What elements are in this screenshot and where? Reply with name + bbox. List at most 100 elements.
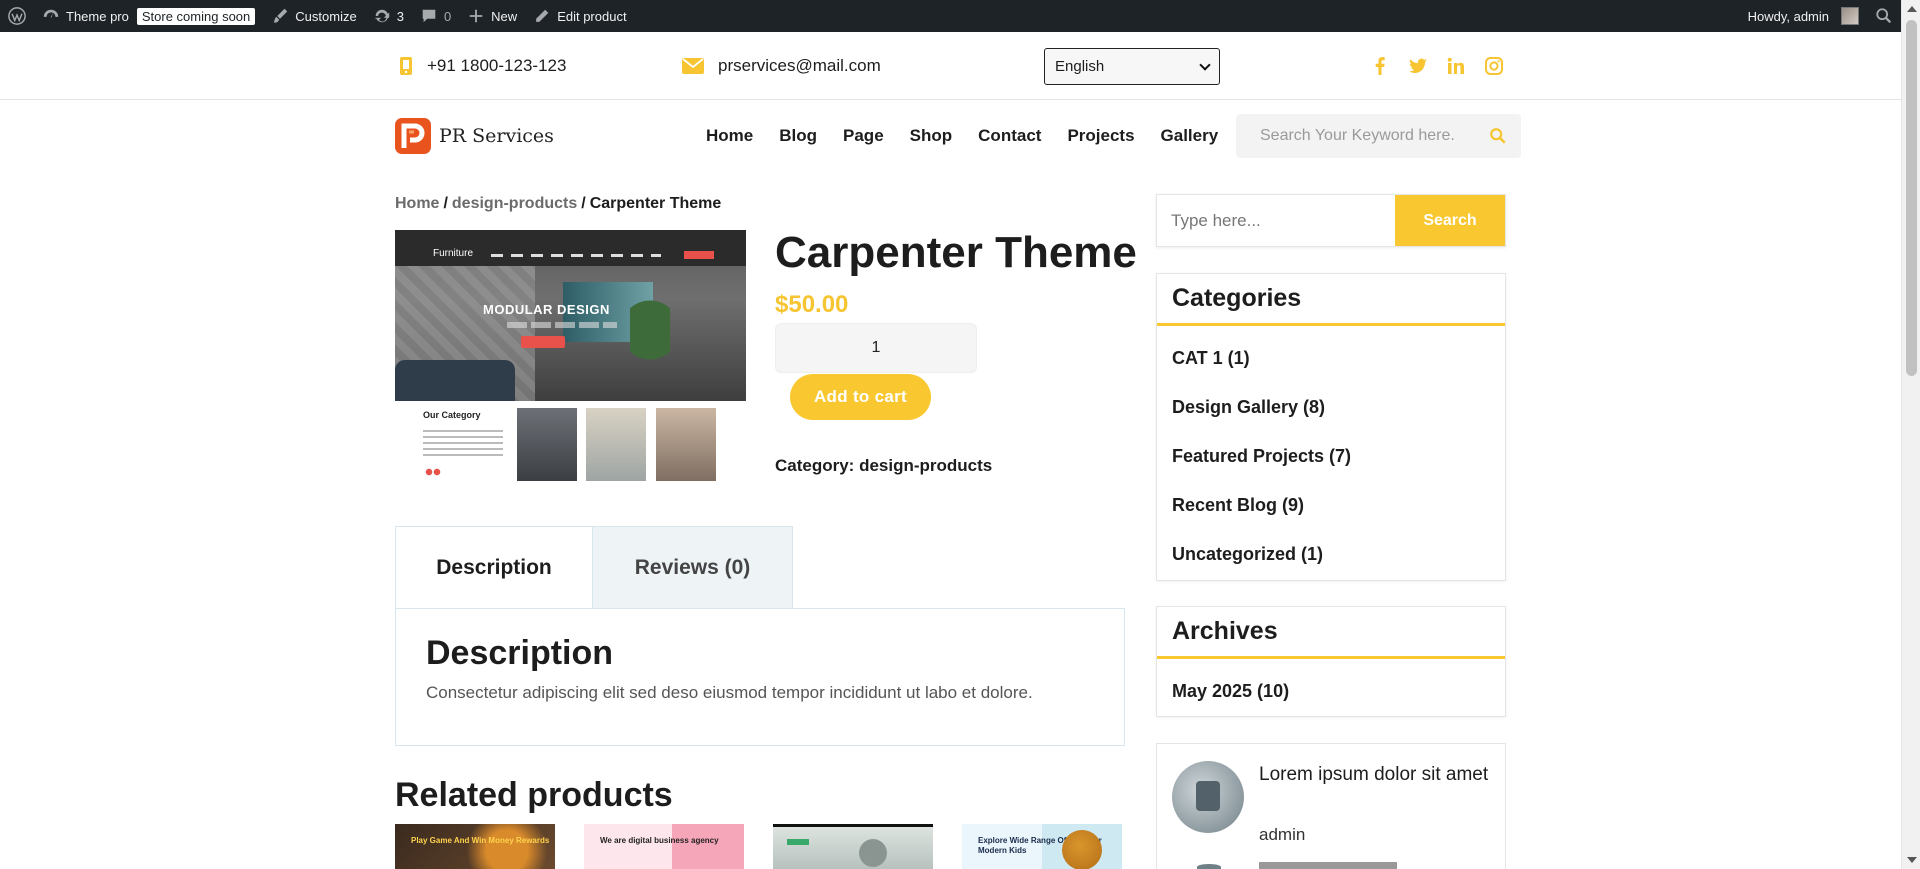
pencil-icon <box>536 9 549 22</box>
updates-count: 3 <box>396 8 404 24</box>
sidebar-search-input[interactable]: Type here... <box>1171 195 1261 246</box>
page-scrollbar[interactable] <box>1901 0 1920 869</box>
plus-icon <box>469 9 483 23</box>
edit-product-link[interactable]: Edit product <box>525 0 634 32</box>
breadcrumb: Home / design-products / Carpenter Theme <box>395 195 722 212</box>
description-panel: Description Consectetur adipiscing elit … <box>395 608 1125 746</box>
header-search-placeholder: Search Your Keyword here. <box>1260 127 1455 144</box>
howdy-text: Howdy, admin <box>1747 8 1829 24</box>
main-nav: Home Blog Page Shop Contact Projects Gal… <box>706 101 1218 171</box>
admin-bar: Theme pro Store coming soon Customize 3 … <box>0 0 1901 32</box>
nav-contact[interactable]: Contact <box>978 126 1041 146</box>
paintbrush-icon <box>273 8 288 23</box>
comments-link[interactable]: 0 <box>412 0 459 32</box>
product-title: Carpenter Theme <box>775 228 1137 277</box>
updates-link[interactable]: 3 <box>365 0 412 32</box>
header-search-input[interactable]: Search Your Keyword here. <box>1236 114 1521 158</box>
customize-link[interactable]: Customize <box>263 0 364 32</box>
description-text: Consectetur adipiscing elit sed deso eiu… <box>426 683 1033 702</box>
site-logo[interactable]: PR Services <box>395 118 554 154</box>
sidebar-search-button[interactable]: Search <box>1395 195 1505 246</box>
breadcrumb-home[interactable]: Home <box>395 195 439 212</box>
language-select[interactable]: English <box>1044 48 1220 85</box>
comments-count: 0 <box>443 8 452 24</box>
top-info-bar: +91 1800-123-123 prservices@mail.com Eng… <box>0 32 1901 100</box>
sidebar-search-form: Type here... Search <box>1156 194 1506 247</box>
post-thumbnail[interactable] <box>1172 761 1244 833</box>
recent-posts-widget: Lorem ipsum dolor sit amet admin <box>1156 743 1506 869</box>
product-image[interactable]: Furniture MODULAR DESIGN Our Category <box>395 230 746 492</box>
nav-page[interactable]: Page <box>843 126 884 146</box>
phone-contact[interactable]: +91 1800-123-123 <box>399 32 566 100</box>
product-image-brand: Furniture <box>433 248 474 259</box>
category-link[interactable]: Recent Blog (9) <box>1157 481 1505 530</box>
tab-description[interactable]: Description <box>395 526 593 608</box>
linkedin-icon[interactable] <box>1446 56 1466 76</box>
related-product-caption: We are digital business agency <box>600 836 719 845</box>
nav-shop[interactable]: Shop <box>910 126 953 146</box>
search-icon <box>1876 8 1892 24</box>
breadcrumb-current: Carpenter Theme <box>589 195 722 212</box>
category-link[interactable]: Featured Projects (7) <box>1157 432 1505 481</box>
comment-icon <box>422 9 436 23</box>
avatar <box>1841 7 1859 25</box>
product-image-heading: MODULAR DESIGN <box>483 302 610 317</box>
archives-title: Archives <box>1157 607 1505 659</box>
related-product-card[interactable]: We are digital business agency <box>584 824 744 869</box>
chevron-down-icon <box>1199 58 1211 71</box>
scrollbar-thumb[interactable] <box>1906 20 1917 376</box>
site-name-menu[interactable]: Theme pro Store coming soon <box>34 0 263 32</box>
product-image-thumb <box>656 408 716 481</box>
categories-widget: Categories CAT 1 (1) Design Gallery (8) … <box>1156 273 1506 581</box>
scroll-down-arrow[interactable] <box>1907 857 1917 863</box>
my-account-menu[interactable]: Howdy, admin <box>1740 0 1867 32</box>
site-name: Theme pro <box>66 8 129 24</box>
add-to-cart-button[interactable]: Add to cart <box>790 374 931 420</box>
post-author: admin <box>1259 825 1306 844</box>
phone-number: +91 1800-123-123 <box>427 56 567 75</box>
archives-widget: Archives May 2025 (10) <box>1156 606 1506 717</box>
description-heading: Description <box>426 634 614 672</box>
categories-title: Categories <box>1157 274 1505 326</box>
nav-blog[interactable]: Blog <box>779 126 817 146</box>
scroll-up-arrow[interactable] <box>1907 6 1917 12</box>
search-icon[interactable] <box>1489 127 1507 145</box>
category-link[interactable]: CAT 1 (1) <box>1157 334 1505 383</box>
product-price: $50.00 <box>775 291 849 318</box>
nav-home[interactable]: Home <box>706 126 753 146</box>
quantity-input[interactable]: 1 <box>775 323 977 373</box>
instagram-icon[interactable] <box>1484 56 1504 76</box>
language-selected: English <box>1055 58 1105 75</box>
related-product-card[interactable] <box>773 824 933 869</box>
logo-mark-icon <box>395 118 431 154</box>
product-image-thumb <box>517 408 577 481</box>
product-image-hero: Furniture MODULAR DESIGN <box>395 230 746 401</box>
facebook-icon[interactable] <box>1370 56 1390 76</box>
nav-projects[interactable]: Projects <box>1067 126 1134 146</box>
store-status-badge[interactable]: Store coming soon <box>136 7 256 25</box>
category-link[interactable]: Uncategorized (1) <box>1157 530 1505 579</box>
tab-reviews[interactable]: Reviews (0) <box>593 526 793 608</box>
product-image-thumb <box>586 408 646 481</box>
nav-gallery[interactable]: Gallery <box>1161 126 1219 146</box>
archive-link[interactable]: May 2025 (10) <box>1157 667 1505 716</box>
updates-icon <box>374 9 389 23</box>
related-product-card[interactable]: Explore Wide Range Of Toys For Modern Ki… <box>962 824 1122 869</box>
related-product-caption: Play Game And Win Money Rewards <box>411 836 550 845</box>
category-link[interactable]: Design Gallery (8) <box>1157 383 1505 432</box>
related-product-card[interactable]: Play Game And Win Money Rewards <box>395 824 555 869</box>
logo-text: PR Services <box>439 125 554 147</box>
social-links <box>1370 32 1504 100</box>
wordpress-logo-icon[interactable] <box>0 0 34 32</box>
post-title-link[interactable]: Lorem ipsum dolor sit amet <box>1259 758 1489 792</box>
twitter-icon[interactable] <box>1408 56 1428 76</box>
adminbar-search[interactable] <box>1867 0 1901 32</box>
new-content-link[interactable]: New <box>459 0 525 32</box>
phone-icon <box>400 57 412 75</box>
breadcrumb-category[interactable]: design-products <box>452 195 577 212</box>
email-address: prservices@mail.com <box>718 56 881 75</box>
mail-icon <box>682 58 704 74</box>
product-category[interactable]: Category: design-products <box>775 456 992 476</box>
email-contact[interactable]: prservices@mail.com <box>682 32 881 100</box>
site-header: PR Services Home Blog Page Shop Contact … <box>0 101 1901 171</box>
